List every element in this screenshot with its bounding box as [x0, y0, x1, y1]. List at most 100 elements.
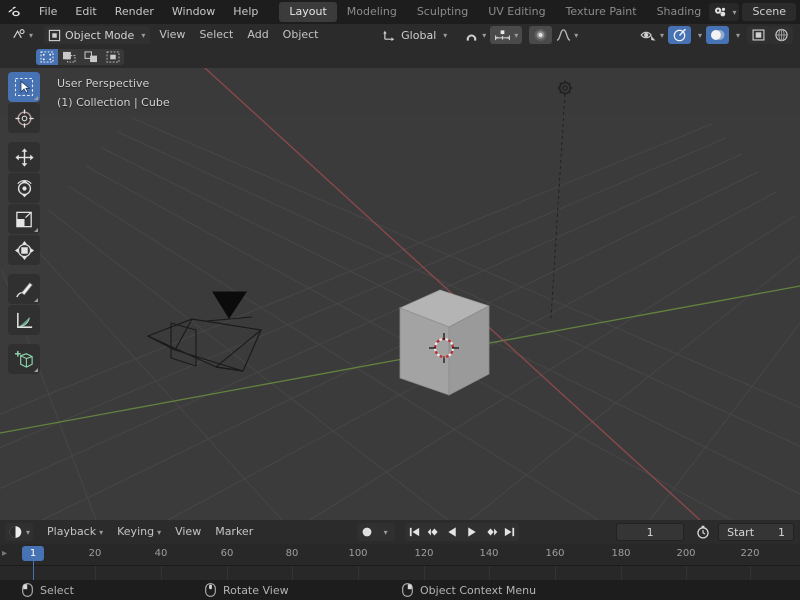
scene-icon[interactable]: ▾	[709, 3, 740, 21]
workspace-tab-modeling[interactable]: Modeling	[337, 2, 407, 22]
menu-help[interactable]: Help	[224, 0, 267, 24]
blender-logo-icon[interactable]	[7, 5, 22, 20]
measure-icon	[16, 312, 32, 328]
viewport-subheader	[0, 46, 800, 68]
show-gizmo-icon[interactable]	[667, 26, 691, 44]
jump-to-end-button[interactable]	[500, 523, 519, 541]
viewport-menu-view[interactable]: View	[152, 24, 192, 46]
toggle-xray-icon[interactable]	[747, 26, 771, 44]
menu-edit[interactable]: Edit	[66, 0, 105, 24]
viewport-menu-add[interactable]: Add	[240, 24, 275, 46]
status-rotate-view-label: Rotate View	[223, 583, 289, 597]
workspace-tab-sculpting[interactable]: Sculpting	[407, 2, 478, 22]
chevron-down-icon: ▾	[697, 30, 702, 40]
chevron-down-icon: ▾	[383, 527, 388, 537]
timeline-expand-icon[interactable]: ▸	[2, 548, 7, 559]
start-frame-field[interactable]: Start 1	[718, 523, 795, 541]
workspace-tab-texture-paint[interactable]: Texture Paint	[556, 2, 647, 22]
tool-move[interactable]	[8, 142, 40, 172]
object-mode-dropdown[interactable]: Object Mode ▾	[44, 26, 151, 44]
scene-name-field[interactable]: Scene	[742, 3, 796, 21]
tool-measure[interactable]	[8, 305, 40, 335]
show-overlays-dropdown[interactable]: ▾	[729, 26, 744, 44]
snap-magnet-icon[interactable]: ▾	[460, 26, 490, 44]
timeline-menu-marker[interactable]: Marker	[208, 521, 260, 543]
play-reverse-button[interactable]	[443, 523, 462, 541]
viewport-toolbar	[8, 72, 40, 374]
transform-icon	[14, 240, 34, 260]
workspace-tab-layout[interactable]: Layout	[279, 2, 337, 22]
tool-subtool-indicator	[34, 368, 38, 372]
jump-to-start-button[interactable]	[405, 523, 424, 541]
next-keyframe-button[interactable]	[481, 523, 500, 541]
current-frame-field[interactable]: 1	[616, 523, 685, 541]
object-visibility-icon[interactable]: ▾	[636, 26, 668, 44]
select-box-icon	[14, 77, 34, 97]
show-overlays-icon[interactable]	[706, 26, 729, 44]
3d-viewport[interactable]: User Perspective (1) Collection | Cube	[0, 68, 800, 520]
tool-subtool-indicator	[34, 228, 38, 232]
viewport-menu-object[interactable]: Object	[276, 24, 326, 46]
show-gizmo-dropdown[interactable]: ▾	[691, 26, 706, 44]
falloff-smooth-icon[interactable]: ▾	[552, 26, 582, 44]
timeline-menu-view[interactable]: View	[168, 521, 208, 543]
proportional-editing-icon[interactable]	[529, 26, 553, 44]
menu-file[interactable]: File	[30, 0, 66, 24]
transform-orientation-label: Global	[401, 28, 437, 42]
tool-add-cube[interactable]	[8, 344, 40, 374]
select-mode-group	[36, 49, 124, 65]
status-bar: Select Rotate View Object Context Menu	[0, 580, 800, 600]
tool-annotate[interactable]	[8, 274, 40, 304]
menu-window[interactable]: Window	[163, 0, 224, 24]
timeline-menu-playback[interactable]: Playback ▾	[40, 521, 110, 543]
blender-window: File Edit Render Window Help Layout Mode…	[0, 0, 800, 600]
chevron-down-icon: ▾	[99, 528, 104, 537]
tool-rotate[interactable]	[8, 173, 40, 203]
cursor-icon	[14, 108, 34, 128]
play-button[interactable]	[462, 523, 481, 541]
status-object-context-menu-label: Object Context Menu	[420, 583, 537, 597]
select-mode-tweak[interactable]	[36, 49, 58, 65]
playhead-line	[33, 561, 34, 580]
tool-subtool-indicator	[34, 298, 38, 302]
select-mode-circle[interactable]	[80, 49, 102, 65]
playhead-badge[interactable]: 1	[22, 546, 44, 561]
timeline-ruler[interactable]: ▸ 20 40 60 80 100 120 140 160 180 200 22…	[0, 544, 800, 580]
auto-keyframe-dropdown[interactable]: ▾	[376, 523, 395, 541]
editor-type-3dview-icon[interactable]: ▾	[7, 26, 37, 44]
menu-render[interactable]: Render	[106, 0, 163, 24]
snap-increment-icon[interactable]: ▾	[490, 26, 523, 44]
tool-select-box[interactable]	[8, 72, 40, 102]
chevron-down-icon: ▾	[514, 30, 519, 40]
tool-transform[interactable]	[8, 235, 40, 265]
object-mode-label: Object Mode	[65, 28, 135, 42]
chevron-down-icon: ▾	[26, 527, 31, 537]
previous-keyframe-button[interactable]	[424, 523, 443, 541]
editor-type-timeline-icon[interactable]: ▾	[5, 523, 34, 541]
tool-scale[interactable]	[8, 204, 40, 234]
transform-orientation-dropdown[interactable]: Global ▾	[379, 26, 451, 44]
ruler-tick-label: 220	[740, 548, 760, 559]
annotate-icon	[15, 281, 33, 297]
cube-object	[398, 289, 491, 396]
workspace-tab-shading[interactable]: Shading	[647, 2, 710, 22]
viewport-shading-solid-icon[interactable]	[770, 26, 794, 44]
move-icon	[14, 147, 34, 167]
scene-selector-group: ▾ Scene	[709, 0, 800, 24]
ruler-tick-label: 100	[348, 548, 368, 559]
viewport-menu-select[interactable]: Select	[192, 24, 240, 46]
auto-keyframe-group: ▾	[357, 523, 396, 541]
ruler-tick-label: 40	[154, 548, 168, 559]
auto-keyframe-record-icon[interactable]	[357, 523, 376, 541]
use-preview-range-icon[interactable]	[692, 523, 714, 541]
timeline-menu-keying[interactable]: Keying ▾	[110, 521, 168, 543]
add-cube-icon	[14, 350, 33, 368]
playback-controls	[405, 523, 520, 541]
workspace-tab-uv-editing[interactable]: UV Editing	[478, 2, 555, 22]
select-mode-box[interactable]	[58, 49, 80, 65]
tool-cursor[interactable]	[8, 103, 40, 133]
tool-subtool-indicator	[34, 96, 38, 100]
chevron-down-icon: ▾	[29, 30, 34, 40]
chevron-down-icon: ▾	[736, 30, 741, 40]
select-mode-lasso[interactable]	[102, 49, 124, 65]
